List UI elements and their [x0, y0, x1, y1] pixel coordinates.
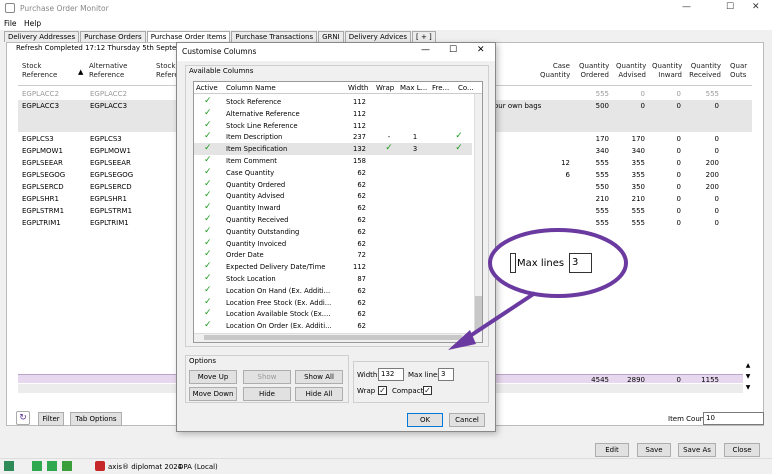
callout-left-box	[510, 253, 516, 273]
callout-value: 3	[569, 253, 592, 273]
callout-label: Max lines	[517, 258, 565, 269]
callout-annotation	[448, 228, 628, 350]
callout-arrow-line	[468, 291, 537, 338]
